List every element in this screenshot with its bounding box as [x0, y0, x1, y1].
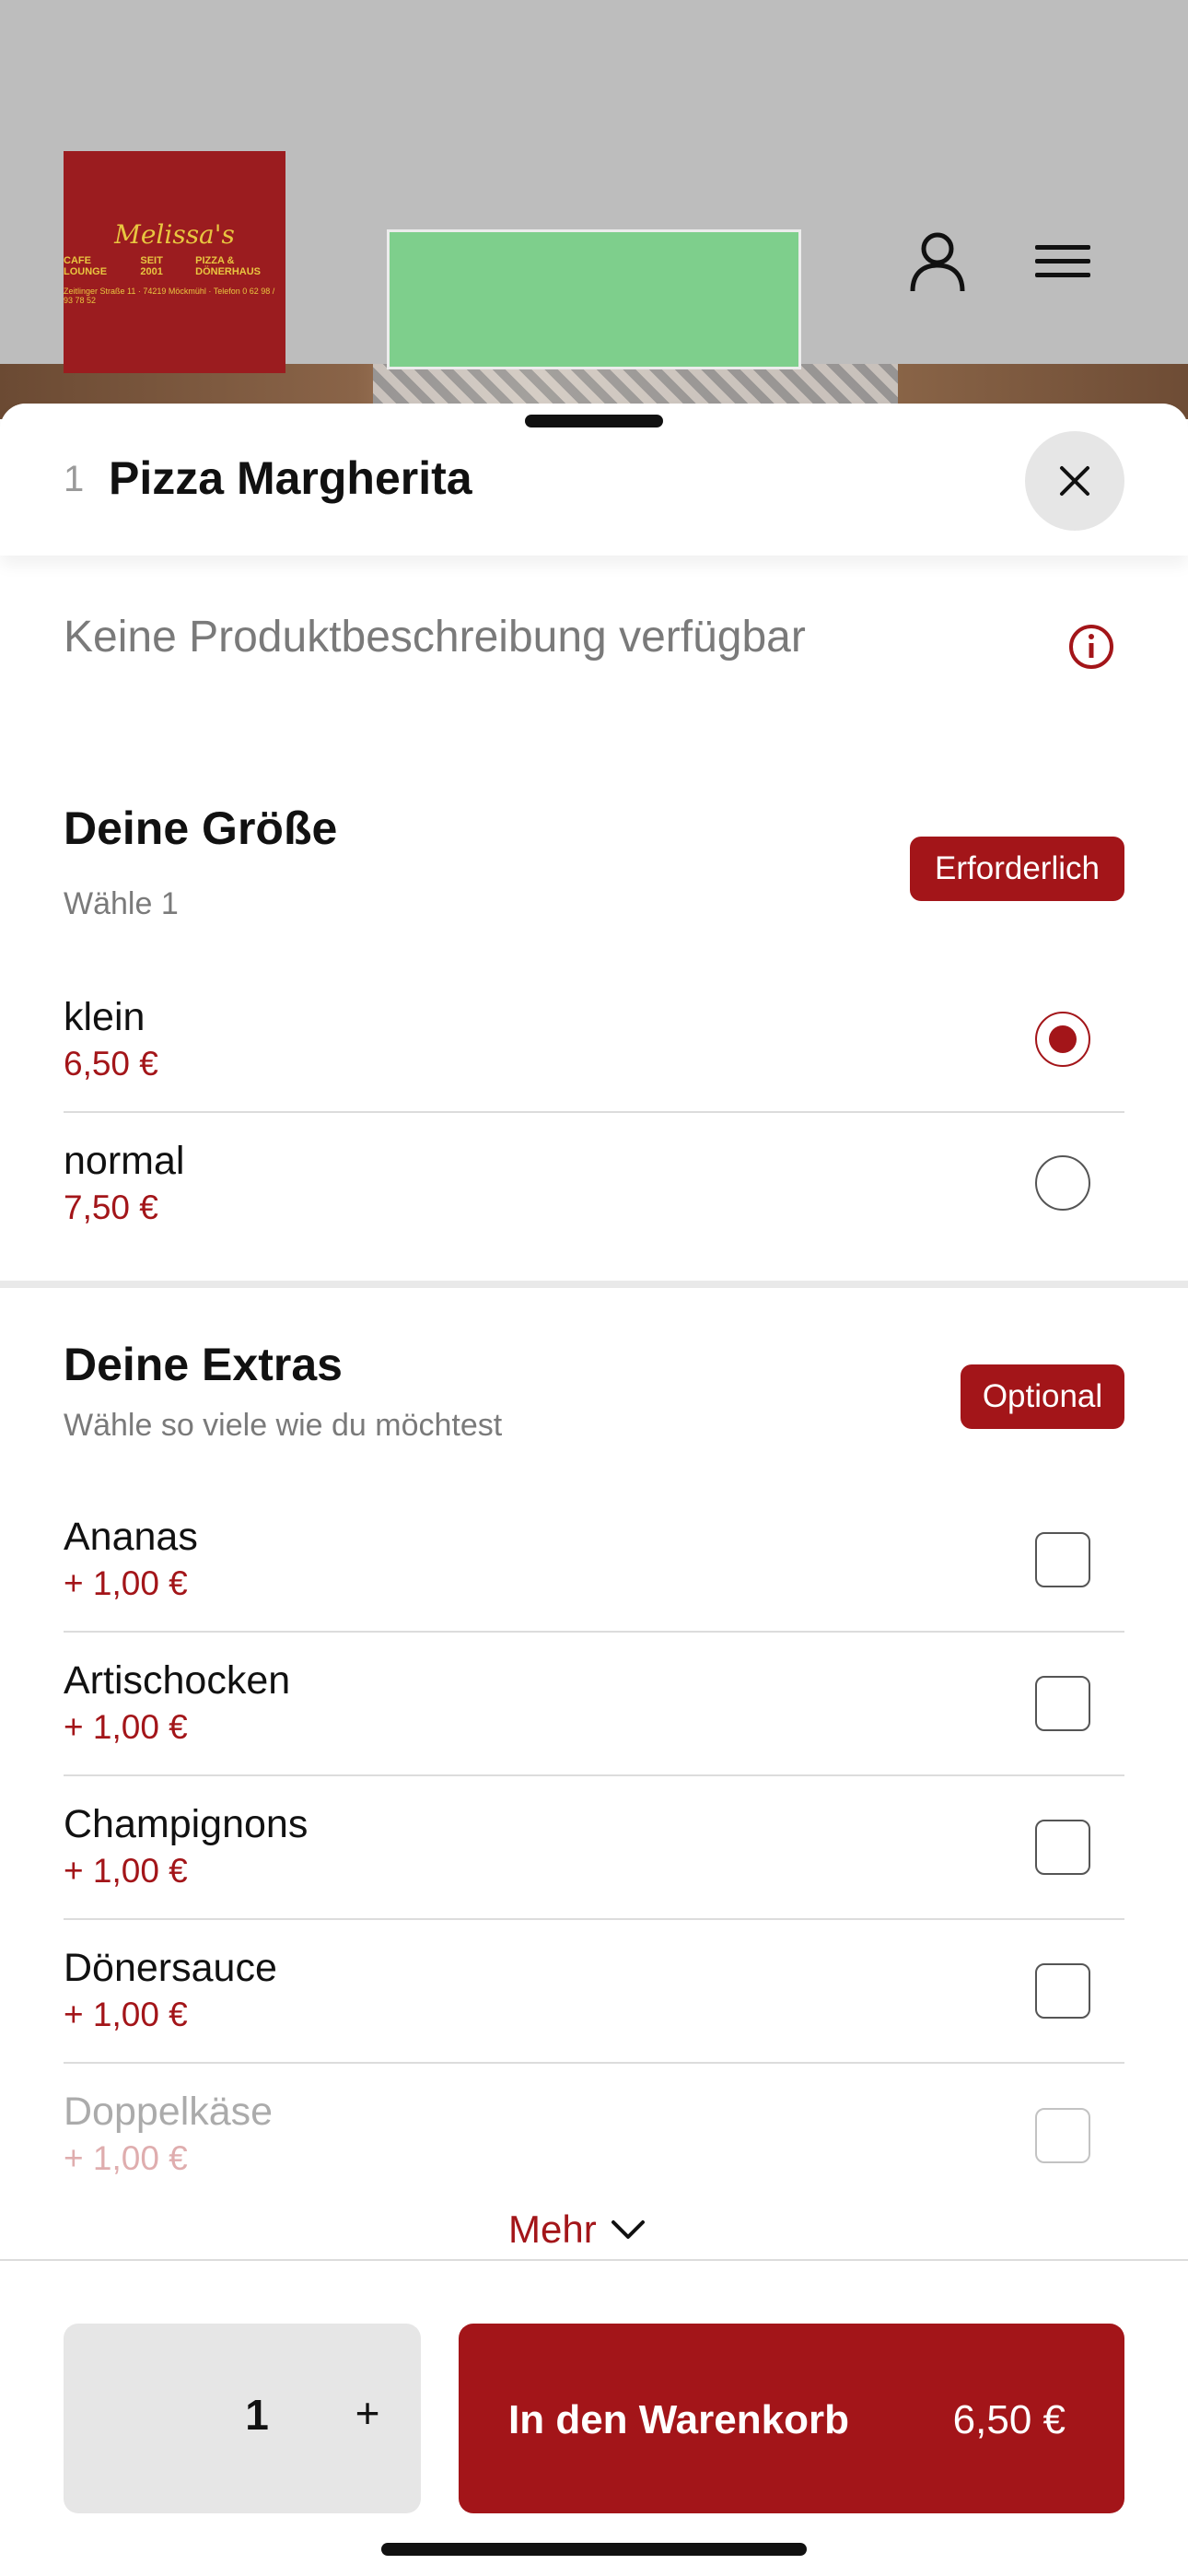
restaurant-logo[interactable]: Melissa's CAFE LOUNGE SEIT 2001 PIZZA & … — [64, 151, 285, 373]
extra-checkbox-champignons[interactable] — [1035, 1820, 1090, 1875]
option-name: Ananas — [64, 1515, 198, 1559]
divider — [64, 1774, 1124, 1776]
quantity-value: 1 — [245, 2391, 269, 2439]
optional-badge: Optional — [961, 1364, 1124, 1429]
close-button[interactable] — [1025, 431, 1124, 531]
header-banner — [387, 229, 801, 369]
hamburger-menu-icon[interactable] — [1031, 228, 1096, 293]
option-price: + 1,00 € — [64, 2139, 188, 2177]
option-price: 7,50 € — [64, 1188, 158, 1226]
extras-group-title: Deine Extras — [64, 1339, 343, 1390]
divider — [64, 2062, 1124, 2064]
required-badge: Erforderlich — [910, 837, 1124, 901]
logo-address: Zeitlinger Straße 11 · 74219 Möckmühl · … — [64, 287, 275, 305]
cart-total: 6,50 € — [952, 2397, 1066, 2442]
option-name: normal — [64, 1139, 185, 1183]
logo-left-text: CAFE LOUNGE — [64, 255, 108, 277]
option-price: + 1,00 € — [64, 1996, 188, 2033]
divider — [64, 1111, 1124, 1113]
home-indicator[interactable] — [381, 2543, 807, 2556]
logo-name: Melissa's — [114, 219, 235, 250]
extra-checkbox-doenersauce[interactable] — [1035, 1963, 1090, 2019]
add-to-cart-button[interactable]: In den Warenkorb 6,50 € — [459, 2324, 1124, 2513]
extra-checkbox-doppelkaese[interactable] — [1035, 2108, 1090, 2163]
option-price: + 1,00 € — [64, 1708, 188, 1746]
size-group-title: Deine Größe — [64, 802, 338, 854]
option-name: Artischocken — [64, 1658, 291, 1703]
option-name: klein — [64, 995, 146, 1039]
more-label: Mehr — [508, 2207, 597, 2251]
size-radio-normal[interactable] — [1035, 1155, 1090, 1211]
option-price: + 1,00 € — [64, 1564, 188, 1602]
quantity-plus-button[interactable]: + — [340, 2388, 395, 2438]
add-to-cart-label: In den Warenkorb — [508, 2397, 849, 2442]
option-name: Doppelkäse — [64, 2090, 274, 2134]
divider — [64, 1918, 1124, 1920]
extras-group-subtitle: Wähle so viele wie du möchtest — [64, 1408, 503, 1443]
section-divider — [0, 1281, 1188, 1288]
extra-checkbox-ananas[interactable] — [1035, 1532, 1090, 1587]
size-radio-klein[interactable] — [1035, 1012, 1090, 1067]
product-title: Pizza Margherita — [109, 452, 472, 504]
user-icon[interactable] — [905, 228, 970, 293]
option-name: Champignons — [64, 1802, 309, 1846]
option-name: Dönersauce — [64, 1946, 277, 1990]
product-description: Keine Produktbeschreibung verfügbar — [64, 613, 806, 662]
logo-row: CAFE LOUNGE SEIT 2001 PIZZA & DÖNERHAUS — [64, 255, 285, 277]
product-index: 1 — [64, 459, 85, 499]
quantity-stepper[interactable]: 1 + — [64, 2324, 421, 2513]
sheet-grabber[interactable] — [525, 415, 663, 427]
footer-divider — [0, 2259, 1188, 2261]
close-icon — [1060, 466, 1089, 496]
option-price: + 1,00 € — [64, 1852, 188, 1890]
option-price: 6,50 € — [64, 1045, 158, 1083]
size-group-subtitle: Wähle 1 — [64, 886, 179, 921]
divider — [64, 1631, 1124, 1633]
logo-right-text: PIZZA & DÖNERHAUS — [195, 255, 262, 277]
chevron-down-icon — [611, 2220, 645, 2239]
more-button[interactable]: Mehr — [508, 2207, 646, 2252]
logo-mid-text: SEIT 2001 — [140, 255, 163, 277]
extra-checkbox-artischocken[interactable] — [1035, 1676, 1090, 1731]
info-icon[interactable] — [1068, 624, 1114, 670]
